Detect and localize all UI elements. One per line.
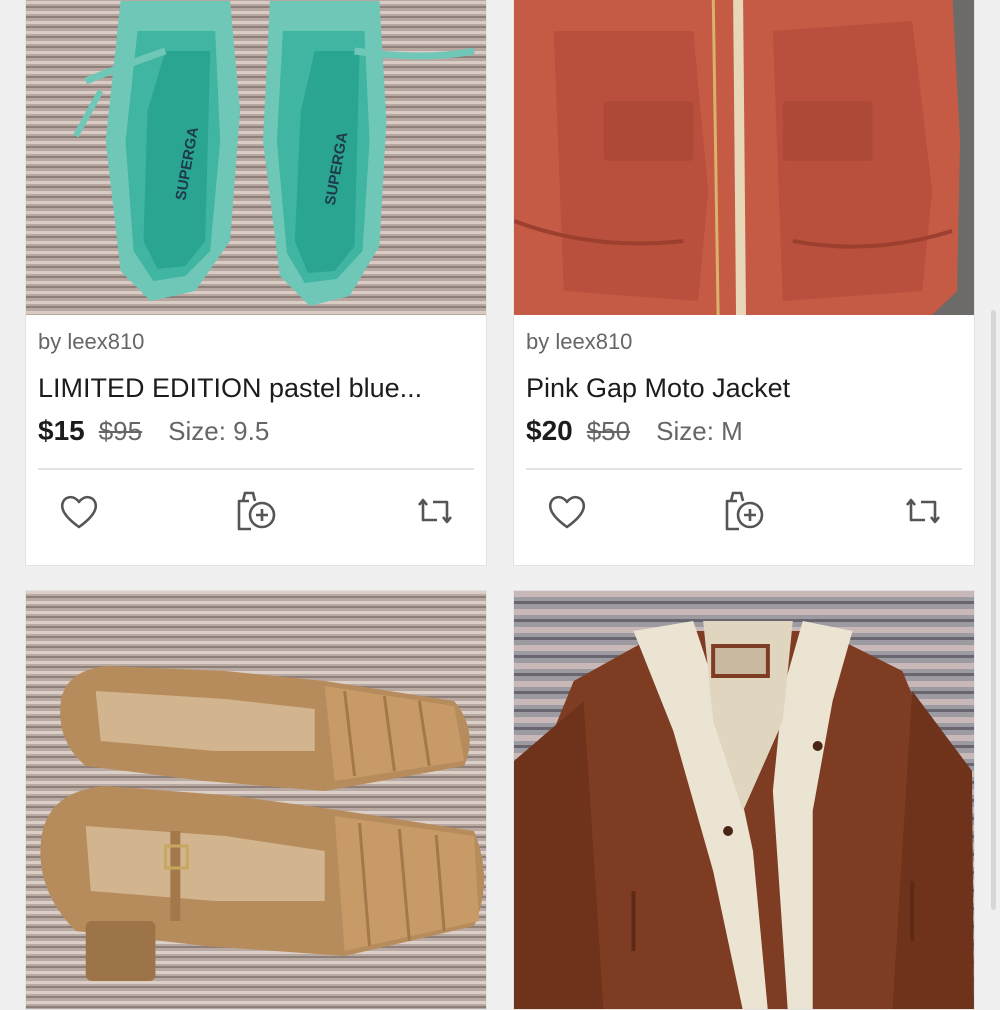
listing-photo[interactable] <box>26 591 486 1009</box>
action-bar <box>26 487 486 543</box>
listing-card[interactable] <box>25 590 487 1010</box>
sneakers-photo: SUPERGA SUPERGA <box>26 0 486 315</box>
price-row: $15 $95 Size: 9.5 <box>38 415 269 447</box>
price: $20 <box>526 415 573 446</box>
original-price: $95 <box>98 416 143 446</box>
listing-photo[interactable] <box>514 591 974 1009</box>
divider <box>526 468 962 470</box>
listing-photo[interactable] <box>514 0 974 315</box>
seller-name[interactable]: by leex810 <box>38 329 144 355</box>
price-row: $20 $50 Size: M <box>526 415 743 447</box>
share-icon[interactable] <box>899 487 947 535</box>
add-to-bundle-icon[interactable] <box>719 487 767 535</box>
original-price: $50 <box>586 416 631 446</box>
listing-card[interactable] <box>513 590 975 1010</box>
share-icon[interactable] <box>411 487 459 535</box>
action-bar <box>514 487 974 543</box>
sandals-photo <box>26 591 486 1009</box>
heart-icon[interactable] <box>55 487 103 535</box>
price: $15 <box>38 415 85 446</box>
listing-title[interactable]: LIMITED EDITION pastel blue... <box>38 373 468 404</box>
jacket-photo <box>514 0 974 315</box>
size-label: Size: 9.5 <box>168 416 270 446</box>
listing-card[interactable]: SUPERGA SUPERGA by leex810 LIMITED EDITI… <box>25 0 487 566</box>
listing-title[interactable]: Pink Gap Moto Jacket <box>526 373 956 404</box>
heart-icon[interactable] <box>543 487 591 535</box>
add-to-bundle-icon[interactable] <box>231 487 279 535</box>
sherpa-jacket-photo <box>514 591 974 1009</box>
size-label: Size: M <box>656 416 743 446</box>
divider <box>38 468 474 470</box>
scrollbar[interactable] <box>991 310 996 910</box>
listing-card[interactable]: by leex810 Pink Gap Moto Jacket $20 $50 … <box>513 0 975 566</box>
listing-photo[interactable]: SUPERGA SUPERGA <box>26 0 486 315</box>
seller-name[interactable]: by leex810 <box>526 329 632 355</box>
